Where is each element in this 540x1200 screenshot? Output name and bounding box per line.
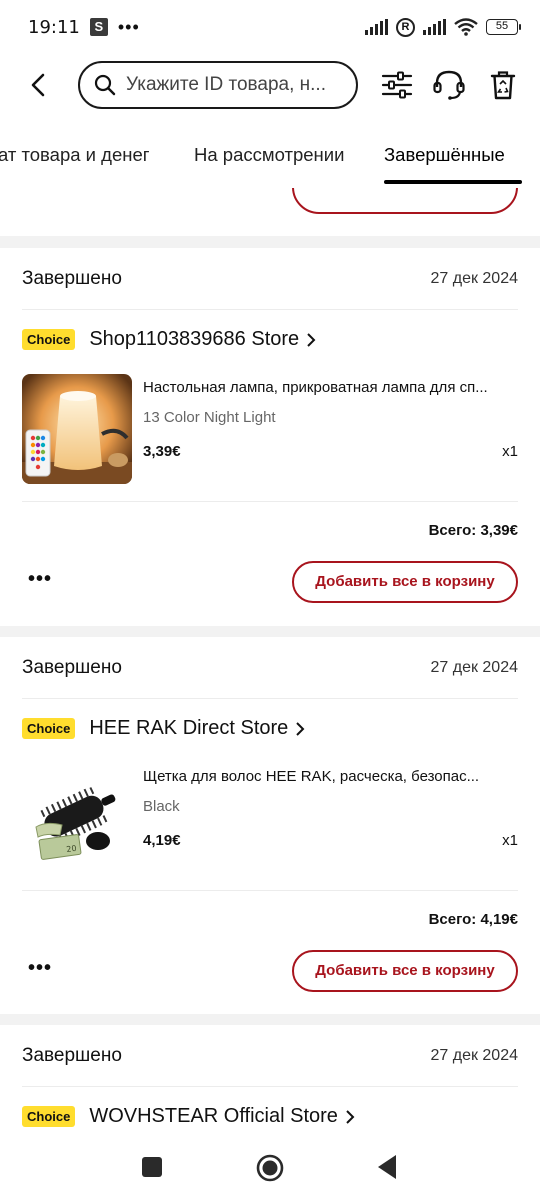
- system-navigation-bar: [0, 1138, 540, 1200]
- store-name: Shop1103839686 Store: [89, 328, 300, 350]
- product-quantity: x1: [502, 443, 518, 460]
- order-total: Всего: 3,39€: [428, 522, 518, 539]
- choice-badge: Choice: [22, 718, 76, 739]
- order-header: Завершено 27 дек 2024: [22, 637, 518, 699]
- product-variant: Black: [143, 798, 180, 815]
- order-status: Завершено: [22, 656, 122, 678]
- cell-signal-icon: [365, 19, 388, 35]
- store-name: WOVHSTEAR Official Store: [89, 1105, 338, 1127]
- product-title[interactable]: Щетка для волос HEE RAK, расческа, безоп…: [143, 768, 518, 785]
- app-notification-icon: S: [89, 18, 108, 36]
- store-link[interactable]: Choice WOVHSTEAR Official Store: [22, 1105, 356, 1128]
- order-card: Завершено 27 дек 2024 Choice HEE RAK Dir…: [0, 637, 540, 1014]
- top-header: Укажите ID товара, н...: [0, 54, 540, 118]
- store-link[interactable]: Choice HEE RAK Direct Store: [22, 717, 306, 740]
- cell-signal-2-icon: [423, 19, 446, 35]
- order-header: Завершено 27 дек 2024: [22, 248, 518, 310]
- nav-home-icon[interactable]: [255, 1153, 285, 1183]
- order-card: Завершено 27 дек 2024 Choice WOVHSTEAR O…: [0, 1025, 540, 1138]
- more-options-icon[interactable]: •••: [28, 957, 52, 980]
- chevron-right-icon: [296, 721, 305, 736]
- active-tab-indicator: [384, 180, 522, 184]
- search-icon: [94, 74, 116, 96]
- back-arrow-icon[interactable]: [24, 70, 54, 100]
- divider: [22, 890, 518, 891]
- product-quantity: x1: [502, 832, 518, 849]
- wifi-icon: [454, 18, 478, 36]
- add-all-to-cart-button[interactable]: Добавить все в корзину: [292, 950, 518, 992]
- order-date: 27 дек 2024: [430, 658, 518, 676]
- chevron-right-icon: [346, 1109, 355, 1124]
- order-list-screen: 19:11 S ••• R 55 Укажите ID товара, н...…: [0, 0, 540, 1200]
- roaming-icon: R: [396, 17, 415, 37]
- store-link[interactable]: Choice Shop1103839686 Store: [22, 328, 317, 351]
- nav-back-icon[interactable]: [376, 1154, 398, 1180]
- chevron-right-icon: [307, 332, 316, 347]
- nav-recents-icon[interactable]: [141, 1156, 163, 1178]
- product-price: 4,19€: [143, 832, 181, 849]
- status-time: 19:11: [28, 16, 80, 38]
- trash-icon[interactable]: [486, 68, 520, 102]
- tab-under-review[interactable]: На рассмотрении: [194, 144, 344, 166]
- status-indicators: R 55: [365, 17, 521, 37]
- divider: [22, 501, 518, 502]
- search-placeholder: Укажите ID товара, н...: [126, 74, 326, 95]
- previous-add-all-button[interactable]: [292, 188, 518, 214]
- svg-text:20: 20: [66, 844, 77, 854]
- choice-badge: Choice: [22, 1106, 76, 1127]
- order-date: 27 дек 2024: [430, 1046, 518, 1064]
- hairbrush-stash-image[interactable]: 20: [22, 763, 132, 873]
- more-options-icon[interactable]: •••: [28, 568, 52, 591]
- more-notifications-icon: •••: [117, 16, 140, 37]
- order-tabs: ат товара и денег На рассмотрении Заверш…: [0, 118, 540, 188]
- previous-order-card-partial: [0, 188, 540, 236]
- product-variant: 13 Color Night Light: [143, 409, 276, 426]
- store-name: HEE RAK Direct Store: [89, 717, 289, 739]
- support-headset-icon[interactable]: [432, 68, 466, 102]
- choice-badge: Choice: [22, 329, 76, 350]
- tab-completed[interactable]: Завершённые: [384, 144, 505, 166]
- status-bar: 19:11 S ••• R 55: [0, 0, 540, 54]
- order-status: Завершено: [22, 267, 122, 289]
- night-lamp-image[interactable]: [22, 374, 132, 484]
- add-all-to-cart-button[interactable]: Добавить все в корзину: [292, 561, 518, 603]
- order-date: 27 дек 2024: [430, 269, 518, 287]
- product-price: 3,39€: [143, 443, 181, 460]
- battery-icon: 55: [486, 19, 521, 35]
- order-total: Всего: 4,19€: [428, 911, 518, 928]
- order-header: Завершено 27 дек 2024: [22, 1025, 518, 1087]
- search-input[interactable]: Укажите ID товара, н...: [78, 61, 358, 109]
- filter-sliders-icon[interactable]: [380, 68, 414, 102]
- order-status: Завершено: [22, 1044, 122, 1066]
- product-title[interactable]: Настольная лампа, прикроватная лампа для…: [143, 379, 518, 396]
- tab-returns[interactable]: ат товара и денег: [0, 144, 150, 166]
- order-card: Завершено 27 дек 2024 Choice Shop1103839…: [0, 248, 540, 626]
